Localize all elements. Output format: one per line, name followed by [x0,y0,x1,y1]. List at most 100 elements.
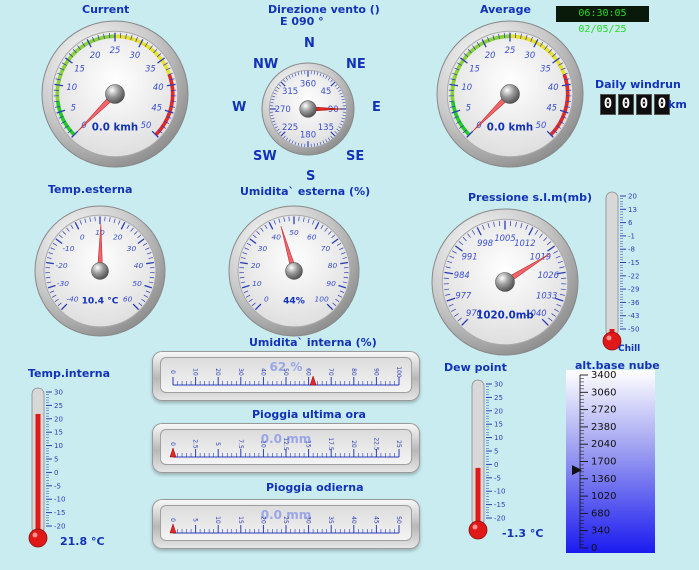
cloud-base-scale: 340030602720238020401700136010206803400 [572,370,616,553]
tick-label: 25 [282,516,289,524]
tick-label: -20 [494,515,505,523]
umidita-interna-panel: 62 % 0 10 20 30 40 50 60 70 80 90 100 [152,351,420,401]
tick-label: 360 [300,80,316,90]
tick-label: 2.5 [192,439,199,449]
tick-label: 135 [318,123,334,133]
tick-label: 12.5 [282,437,289,451]
tick-label: 0 [169,518,176,522]
tick-label: 0 [80,232,85,241]
tick-label: 20 [494,407,503,415]
tick-label: -10 [494,488,505,496]
tick-label: 40 [350,516,357,524]
tick-label: 30 [127,244,137,253]
tick-label: -10 [54,496,65,504]
odometer-digit: 0 [600,94,616,115]
umidita-interna-title: Umidita` interna (%) [249,336,377,349]
temp-esterna-gauge: -40-30-20-10010203040506010.4 °C [34,205,166,337]
odometer-digit: 0 [636,94,652,115]
compass-w-label: W [232,100,247,115]
tick-label: 10 [192,368,199,376]
tick-label: 20 [113,232,123,241]
wind-direction-gauge: 3604590135180225270315 [261,62,355,156]
cloud-base-pointer [572,465,582,476]
tick-label: 50 [132,279,142,288]
tick-label: 50 [536,120,547,130]
tick-label: 40 [272,232,282,241]
temp-interna-reading: 21.8 °C [60,535,105,548]
scale-pointer [309,375,317,386]
tick-label: -8 [628,246,635,254]
tick-label: -15 [494,501,505,509]
tick-label: -29 [628,286,639,294]
tick-label: 30 [494,381,503,389]
tick-label: 20 [90,50,101,60]
tick-label: 25 [494,394,503,402]
tick-label: 984 [454,270,470,280]
tick-label: 50 [282,368,289,376]
tick-label: 20 [259,516,266,524]
tick-label: 20 [628,193,637,201]
tick-label: 60 [305,368,312,376]
chill-thermometer: 20 13 6 -1 -8 -15 -22 -29 -36 -43 -50 Chill [602,191,640,353]
tick-label: 315 [282,87,298,97]
tick-label: 1360 [591,474,616,485]
tick-label: 998 [477,238,493,248]
tick-label: 60 [307,232,317,241]
current-wind-gauge: 051015202530354045500.0 kmh [41,20,189,168]
tick-label: 30 [54,389,63,397]
tick-label: 10 [66,82,77,92]
tick-label: -20 [54,523,65,531]
compass-n-label: N [304,36,315,51]
tick-label: 0 [169,370,176,374]
thermometer-highlight [32,532,38,538]
gauge-hub [495,272,515,292]
tick-label: 35 [145,63,156,73]
wind-direction-reading: E 090 ° [280,15,324,28]
tick-label: 1033 [536,291,557,301]
tick-label: 10 [259,440,266,448]
temp-interna-thermometer: 30 25 20 15 10 5 0 -5 -10 -15 -20 [28,387,65,548]
tick-label: 45 [320,87,331,97]
tick-label: -1 [628,232,635,240]
tick-label: 40 [548,82,559,92]
gauge-reading: 10.4 °C [82,297,119,307]
tick-label: 20 [54,415,63,423]
tick-label: -20 [55,261,67,270]
tick-label: 50 [141,120,152,130]
tick-label: 25 [395,440,402,448]
odometer-digit: 0 [618,94,634,115]
tick-label: 0 [264,295,269,304]
tick-label: 25 [110,45,121,55]
tick-label: 1012 [514,238,535,248]
tick-label: 30 [237,368,244,376]
scale-pointer [169,447,177,458]
tick-label: 5 [192,518,199,522]
tick-label: 90 [372,368,379,376]
tick-label: 45 [151,103,162,113]
tick-label: 680 [591,508,610,519]
tick-label: 30 [258,244,268,253]
pioggia-odierna-scale: 0 5 10 15 20 25 30 35 40 45 50 [169,516,402,534]
gauge-hub [105,84,125,104]
tick-label: 10 [214,516,221,524]
tick-label: 10 [252,279,262,288]
tick-label: -5 [494,474,501,482]
tick-label: 15 [494,421,503,429]
dew-point-reading: -1.3 °C [502,527,544,540]
tick-label: 180 [300,130,316,140]
gauge-reading: 44% [283,297,305,307]
temp-esterna-title: Temp.esterna [48,183,133,196]
pioggia-ora-title: Pioggia ultima ora [252,408,366,421]
pioggia-ora-panel: 0.0 mm 0 2.5 5 7.5 10 12.5 15 17.5 20 22.5 25 [152,423,420,473]
tick-label: 3060 [591,387,616,398]
tick-label: 0 [169,442,176,446]
umidita-interna-scale: 0 10 20 30 40 50 60 70 80 90 100 [169,366,402,386]
compass-e-label: E [372,100,381,115]
tick-label: 15 [237,516,244,524]
tick-label: 1005 [494,233,515,243]
tick-label: 5 [214,442,221,446]
tick-label: 15 [74,63,85,73]
tick-label: 0 [591,543,597,553]
tick-label: 45 [372,516,379,524]
thermometer-highlight [606,335,612,341]
